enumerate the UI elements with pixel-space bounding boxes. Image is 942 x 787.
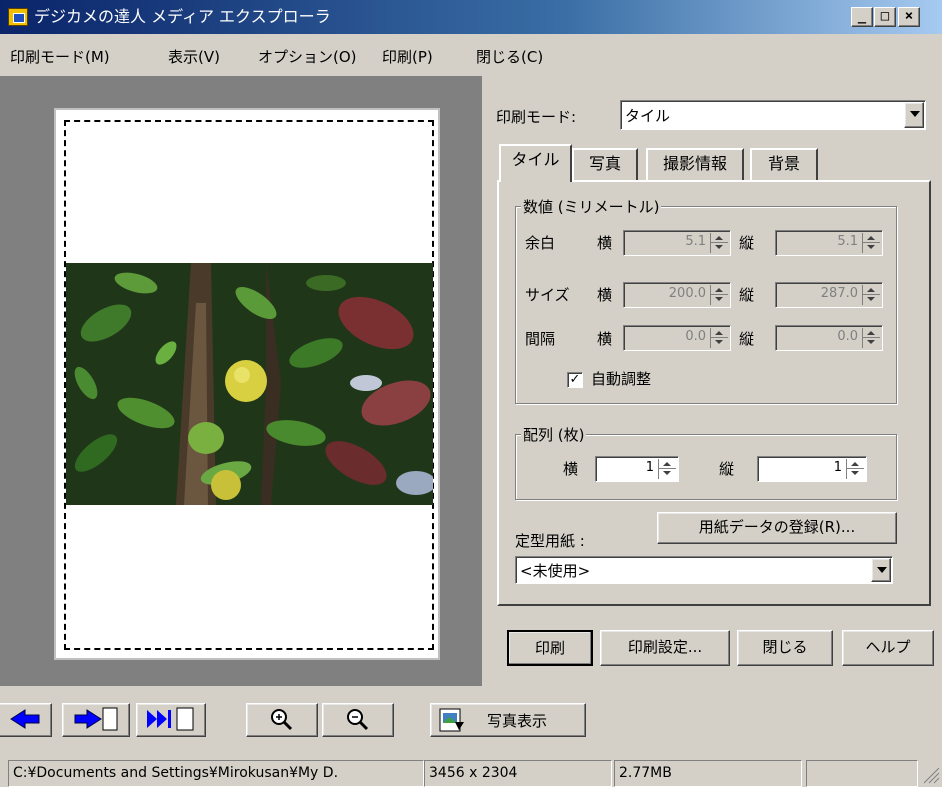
title-bar[interactable]: デジカメの達人 メディア エクスプローラ _ □ × <box>0 0 942 34</box>
paper-select[interactable]: <未使用> <box>515 556 893 584</box>
spacing-h-value: 0.0 <box>685 329 706 344</box>
size-h-value: 200.0 <box>668 286 706 301</box>
size-v-field[interactable]: 287.0 <box>775 282 883 308</box>
paper-label: 定型用紙 : <box>515 532 585 550</box>
print-settings-button[interactable]: 印刷設定... <box>600 630 730 666</box>
size-h-label: 横 <box>597 286 613 304</box>
zoom-out-button[interactable] <box>322 703 394 737</box>
last-page-icon <box>147 707 194 731</box>
status-extra <box>806 760 918 787</box>
spin-icon[interactable] <box>862 233 880 253</box>
numeric-group-title: 数値 (ミリメートル) <box>521 196 662 217</box>
margin-h-value: 5.1 <box>685 234 706 249</box>
photo-view-label: 写真表示 <box>487 712 548 730</box>
layout-v-field[interactable]: 1 <box>757 456 867 482</box>
minimize-button[interactable]: _ <box>851 7 873 27</box>
layout-h-label: 横 <box>563 460 579 478</box>
tab-shooting-info[interactable]: 撮影情報 <box>646 148 744 180</box>
resize-grip-icon[interactable] <box>920 764 940 784</box>
close-window-button[interactable]: × <box>898 7 920 27</box>
margin-h-field[interactable]: 5.1 <box>623 230 731 256</box>
layout-v-value: 1 <box>833 460 842 475</box>
tile-settings-panel: 数値 (ミリメートル) 余白 横 5.1 縦 5.1 サイズ 横 200.0 縦… <box>497 180 931 606</box>
spacing-label: 間隔 <box>525 330 556 348</box>
margin-label: 余白 <box>525 234 556 252</box>
register-paper-button[interactable]: 用紙データの登録(R)... <box>657 512 897 544</box>
spacing-v-field[interactable]: 0.0 <box>775 325 883 351</box>
menu-print-mode[interactable]: 印刷モード(M) <box>10 46 110 67</box>
margin-v-label: 縦 <box>739 234 755 252</box>
spin-icon[interactable] <box>710 285 728 305</box>
window-title: デジカメの達人 メディア エクスプローラ <box>34 7 331 26</box>
tab-background[interactable]: 背景 <box>750 148 818 180</box>
margin-v-value: 5.1 <box>837 234 858 249</box>
status-dimensions: 3456 x 2304 <box>424 760 612 787</box>
help-button[interactable]: ヘルプ <box>842 630 934 666</box>
layout-h-field[interactable]: 1 <box>595 456 679 482</box>
zoom-in-button[interactable] <box>246 703 318 737</box>
spacing-h-field[interactable]: 0.0 <box>623 325 731 351</box>
spacing-v-label: 縦 <box>739 330 755 348</box>
status-filesize: 2.77MB <box>614 760 802 787</box>
tab-tile[interactable]: タイル <box>499 144 572 182</box>
auto-adjust-checkbox[interactable]: ✓ <box>567 372 583 388</box>
auto-adjust-label: 自動調整 <box>591 370 652 388</box>
next-page-icon <box>74 707 118 731</box>
chevron-down-icon[interactable] <box>871 558 891 582</box>
photo-view-button[interactable]: 写真表示 <box>430 703 586 737</box>
size-h-field[interactable]: 200.0 <box>623 282 731 308</box>
close-button[interactable]: 閉じる <box>737 630 833 666</box>
size-v-label: 縦 <box>739 286 755 304</box>
layout-v-label: 縦 <box>719 460 735 478</box>
spin-icon[interactable] <box>710 328 728 348</box>
size-v-value: 287.0 <box>820 286 858 301</box>
last-page-button[interactable] <box>136 703 206 737</box>
menu-view[interactable]: 表示(V) <box>168 46 220 67</box>
prev-button[interactable] <box>0 703 52 737</box>
print-button[interactable]: 印刷 <box>507 630 593 666</box>
print-mode-label: 印刷モード: <box>496 108 577 126</box>
prev-arrow-icon <box>10 709 40 729</box>
status-path: C:¥Documents and Settings¥Mirokusan¥My D… <box>8 760 424 787</box>
layout-h-value: 1 <box>645 460 654 475</box>
spin-icon[interactable] <box>710 233 728 253</box>
paper-value: <未使用> <box>520 562 591 580</box>
spin-icon[interactable] <box>862 328 880 348</box>
spin-icon[interactable] <box>846 459 864 479</box>
menu-print[interactable]: 印刷(P) <box>382 46 433 67</box>
menu-bar: 印刷モード(M) 表示(V) オプション(O) 印刷(P) 閉じる(C) <box>0 34 942 76</box>
spin-icon[interactable] <box>862 285 880 305</box>
size-label: サイズ <box>525 286 570 304</box>
spacing-v-value: 0.0 <box>837 329 858 344</box>
layout-group-title: 配列 (枚) <box>521 424 587 445</box>
margin-h-label: 横 <box>597 234 613 252</box>
app-icon <box>8 8 28 26</box>
spacing-h-label: 横 <box>597 330 613 348</box>
tab-photo[interactable]: 写真 <box>572 148 638 180</box>
maximize-button[interactable]: □ <box>874 7 896 27</box>
spin-icon[interactable] <box>658 459 676 479</box>
zoom-out-icon <box>347 709 369 731</box>
margin-v-field[interactable]: 5.1 <box>775 230 883 256</box>
menu-options[interactable]: オプション(O) <box>258 46 357 67</box>
print-mode-value: タイル <box>625 107 671 125</box>
zoom-in-icon <box>271 709 293 731</box>
chevron-down-icon[interactable] <box>904 102 924 128</box>
status-bar: C:¥Documents and Settings¥Mirokusan¥My D… <box>0 756 942 787</box>
next-page-button[interactable] <box>62 703 130 737</box>
menu-close[interactable]: 閉じる(C) <box>476 46 543 67</box>
preview-photo[interactable] <box>66 263 433 505</box>
print-mode-select[interactable]: タイル <box>620 100 926 130</box>
photo-view-icon <box>439 708 464 732</box>
